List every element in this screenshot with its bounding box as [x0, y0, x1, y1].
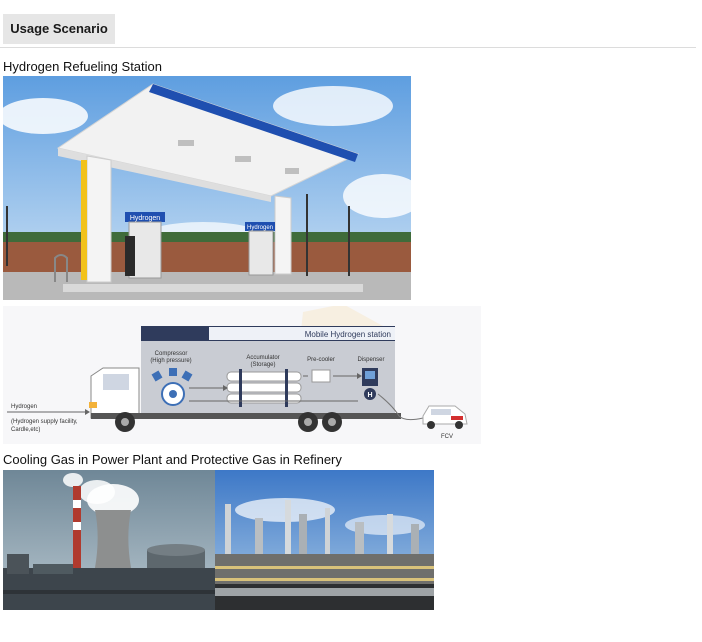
svg-text:Hydrogen: Hydrogen [247, 225, 273, 231]
svg-text:Hydrogen: Hydrogen [11, 404, 37, 410]
svg-text:FCV: FCV [441, 434, 453, 440]
hydrogen-station-photo: Hydrogen Hydrogen [3, 76, 411, 300]
refinery-photo [215, 470, 434, 610]
svg-text:Dispenser: Dispenser [357, 357, 384, 363]
svg-text:Compressor: Compressor [155, 351, 188, 357]
svg-text:Cardle,etc): Cardle,etc) [11, 427, 40, 433]
svg-text:(Storage): (Storage) [250, 362, 275, 368]
tab-usage-scenario[interactable]: Usage Scenario [3, 14, 115, 44]
svg-text:(Hydrogen supply facility,: (Hydrogen supply facility, [11, 419, 78, 425]
tab-bar: Usage Scenario [0, 0, 696, 48]
mobile-hydrogen-station-diagram: Mobile Hydrogen station Compressor (High… [3, 306, 481, 444]
svg-text:H: H [367, 392, 372, 399]
section-heading-refueling: Hydrogen Refueling Station [3, 59, 162, 74]
svg-text:(High pressure): (High pressure) [150, 358, 191, 364]
section-heading-cooling-gas: Cooling Gas in Power Plant and Protectiv… [3, 452, 342, 467]
power-plant-photo [3, 470, 215, 610]
svg-text:Pre-cooler: Pre-cooler [307, 357, 335, 363]
svg-text:Accumulator: Accumulator [246, 355, 279, 361]
svg-text:Hydrogen: Hydrogen [130, 215, 160, 222]
svg-text:Mobile Hydrogen station: Mobile Hydrogen station [305, 330, 391, 339]
